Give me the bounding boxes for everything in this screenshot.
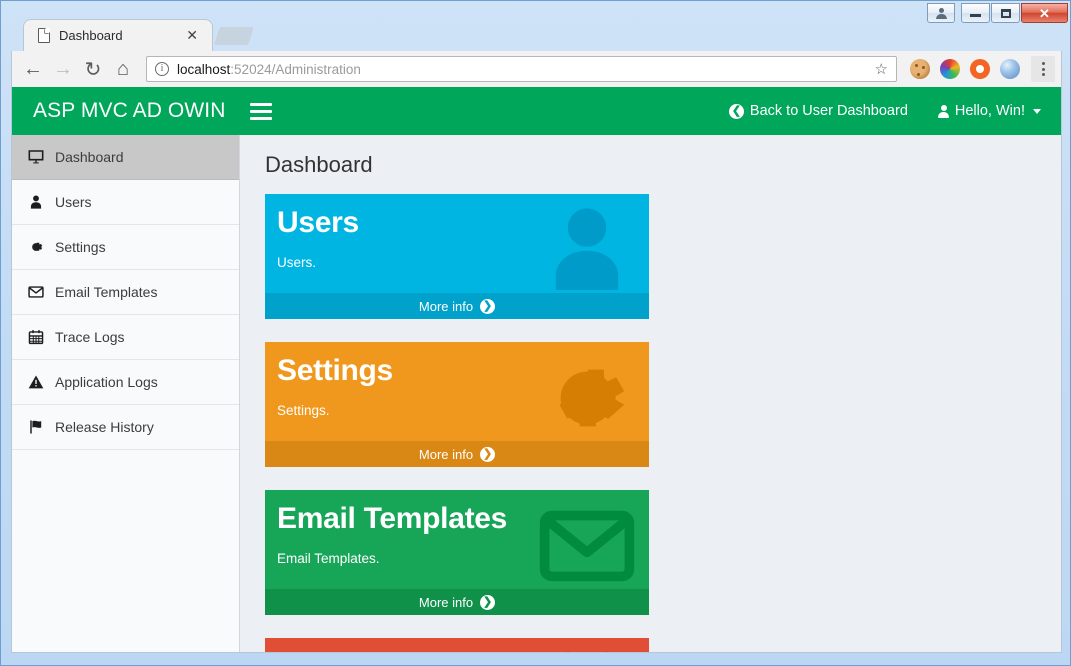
chevron-down-icon [1033,108,1041,114]
card-email-templates[interactable]: Email Templates Email Templates. More info… [265,490,649,615]
back-to-user-dashboard-link[interactable]: ❮ Back to User Dashboard [728,103,908,119]
page-title: Dashboard [265,152,373,177]
menu-toggle-icon[interactable] [250,102,272,120]
card-settings[interactable]: Settings Settings. More info ❯ [265,342,649,467]
sidebar-item-label: Users [55,194,92,210]
sidebar-item-trace-logs[interactable]: Trace Logs [12,315,239,360]
arrow-circle-right-icon: ❯ [480,298,496,314]
card-users[interactable]: Users Users. More info ❯ [265,194,649,319]
url-path: :52024/Administration [230,61,361,77]
app-brand[interactable]: ASP MVC AD OWIN [12,99,240,123]
card-subtitle: Email Templates. [277,550,380,566]
desktop-icon [27,149,44,165]
back-icon[interactable]: ← [18,54,48,84]
more-info-label: More info [418,446,474,462]
sidebar-item-label: Dashboard [55,149,124,165]
card-body: Trace LogsTrace logs. [265,638,649,652]
arrow-circle-right-icon: ❯ [480,594,496,610]
dashboard-cards: Users Users. More info ❯ Settings Settings. Mo… [241,178,1061,652]
reload-icon[interactable]: ↻ [78,54,108,84]
card-trace-logs[interactable]: Trace LogsTrace logs.More info❯ [265,638,649,652]
user-greeting-label: Hello, Win! [954,103,1025,119]
tab-strip: Dashboard ✕ [1,19,1071,51]
new-tab-button[interactable] [214,27,254,45]
orange-circle-icon[interactable] [970,59,990,79]
card-body: Email Templates Email Templates. [265,490,649,589]
flag-icon [27,419,44,435]
maximize-icon [1000,8,1011,18]
gear-icon [27,239,44,255]
back-circle-icon: ❮ [728,103,744,119]
globe-icon[interactable] [1000,59,1020,79]
forward-icon[interactable]: → [48,54,78,84]
sidebar-item-dashboard[interactable]: Dashboard [12,135,239,180]
more-info-label: More info [418,594,474,610]
card-title: Users [277,206,359,239]
page-viewport: ASP MVC AD OWIN ❮ Back to User Dashboard… [11,87,1062,653]
home-icon[interactable]: ⌂ [108,54,138,84]
user-icon [27,194,44,210]
card-subtitle: Settings. [277,402,330,418]
more-info-label: More info [418,298,474,314]
card-title: Settings [277,354,393,387]
navbar-right: ❮ Back to User Dashboard Hello, Win! [728,103,1061,119]
user-menu[interactable]: Hello, Win! [937,103,1041,119]
sidebar-item-label: Trace Logs [55,329,125,345]
user-icon [937,104,949,118]
sidebar-item-label: Application Logs [55,374,158,390]
sidebar-item-users[interactable]: Users [12,180,239,225]
sidebar-item-label: Release History [55,419,154,435]
color-wheel-icon[interactable] [940,59,960,79]
address-bar[interactable]: i localhost:52024/Administration ☆ [146,56,897,82]
sidebar-item-settings[interactable]: Settings [12,225,239,270]
tab-close-icon[interactable]: ✕ [180,27,204,44]
browser-window: ✕ Dashboard ✕ ← → ↻ ⌂ i localhost:52024/… [0,0,1071,666]
document-icon [38,28,50,43]
sidebar-item-label: Settings [55,239,106,255]
card-title: Trace Logs [277,650,633,652]
sidebar-item-application-logs[interactable]: Application Logs [12,360,239,405]
card-body: Users Users. [265,194,649,293]
minimize-icon [970,14,981,17]
tab-title: Dashboard [59,28,123,43]
sidebar: Dashboard Users Settings Email Templates Tra… [12,135,240,652]
cookie-icon[interactable] [910,59,930,79]
back-to-user-dashboard-label: Back to User Dashboard [749,103,908,119]
envelope-icon [27,284,44,300]
close-icon: ✕ [1039,5,1050,21]
bookmark-star-icon[interactable]: ☆ [875,60,888,78]
tab-dashboard[interactable]: Dashboard ✕ [23,19,213,51]
calendar-icon [27,329,44,345]
url-host: localhost [177,61,231,77]
sidebar-item-label: Email Templates [55,284,158,300]
card-body: Settings Settings. [265,342,649,441]
main-content: Dashboard Users Users. More info ❯ Settings S… [241,135,1061,652]
chrome-menu-icon[interactable] [1031,56,1055,82]
sidebar-item-email-templates[interactable]: Email Templates [12,270,239,315]
person-icon [935,7,947,19]
card-subtitle: Users. [277,254,317,270]
sidebar-item-release-history[interactable]: Release History [12,405,239,450]
card-title: Email Templates [277,502,508,535]
app-navbar: ASP MVC AD OWIN ❮ Back to User Dashboard… [12,87,1061,135]
arrow-circle-right-icon: ❯ [480,446,496,462]
info-icon[interactable]: i [155,62,169,76]
warning-icon [27,374,44,390]
browser-toolbar: ← → ↻ ⌂ i localhost:52024/Administration… [11,51,1062,87]
address-bar-url: localhost:52024/Administration [177,62,361,77]
resize-grip[interactable] [1055,650,1067,662]
